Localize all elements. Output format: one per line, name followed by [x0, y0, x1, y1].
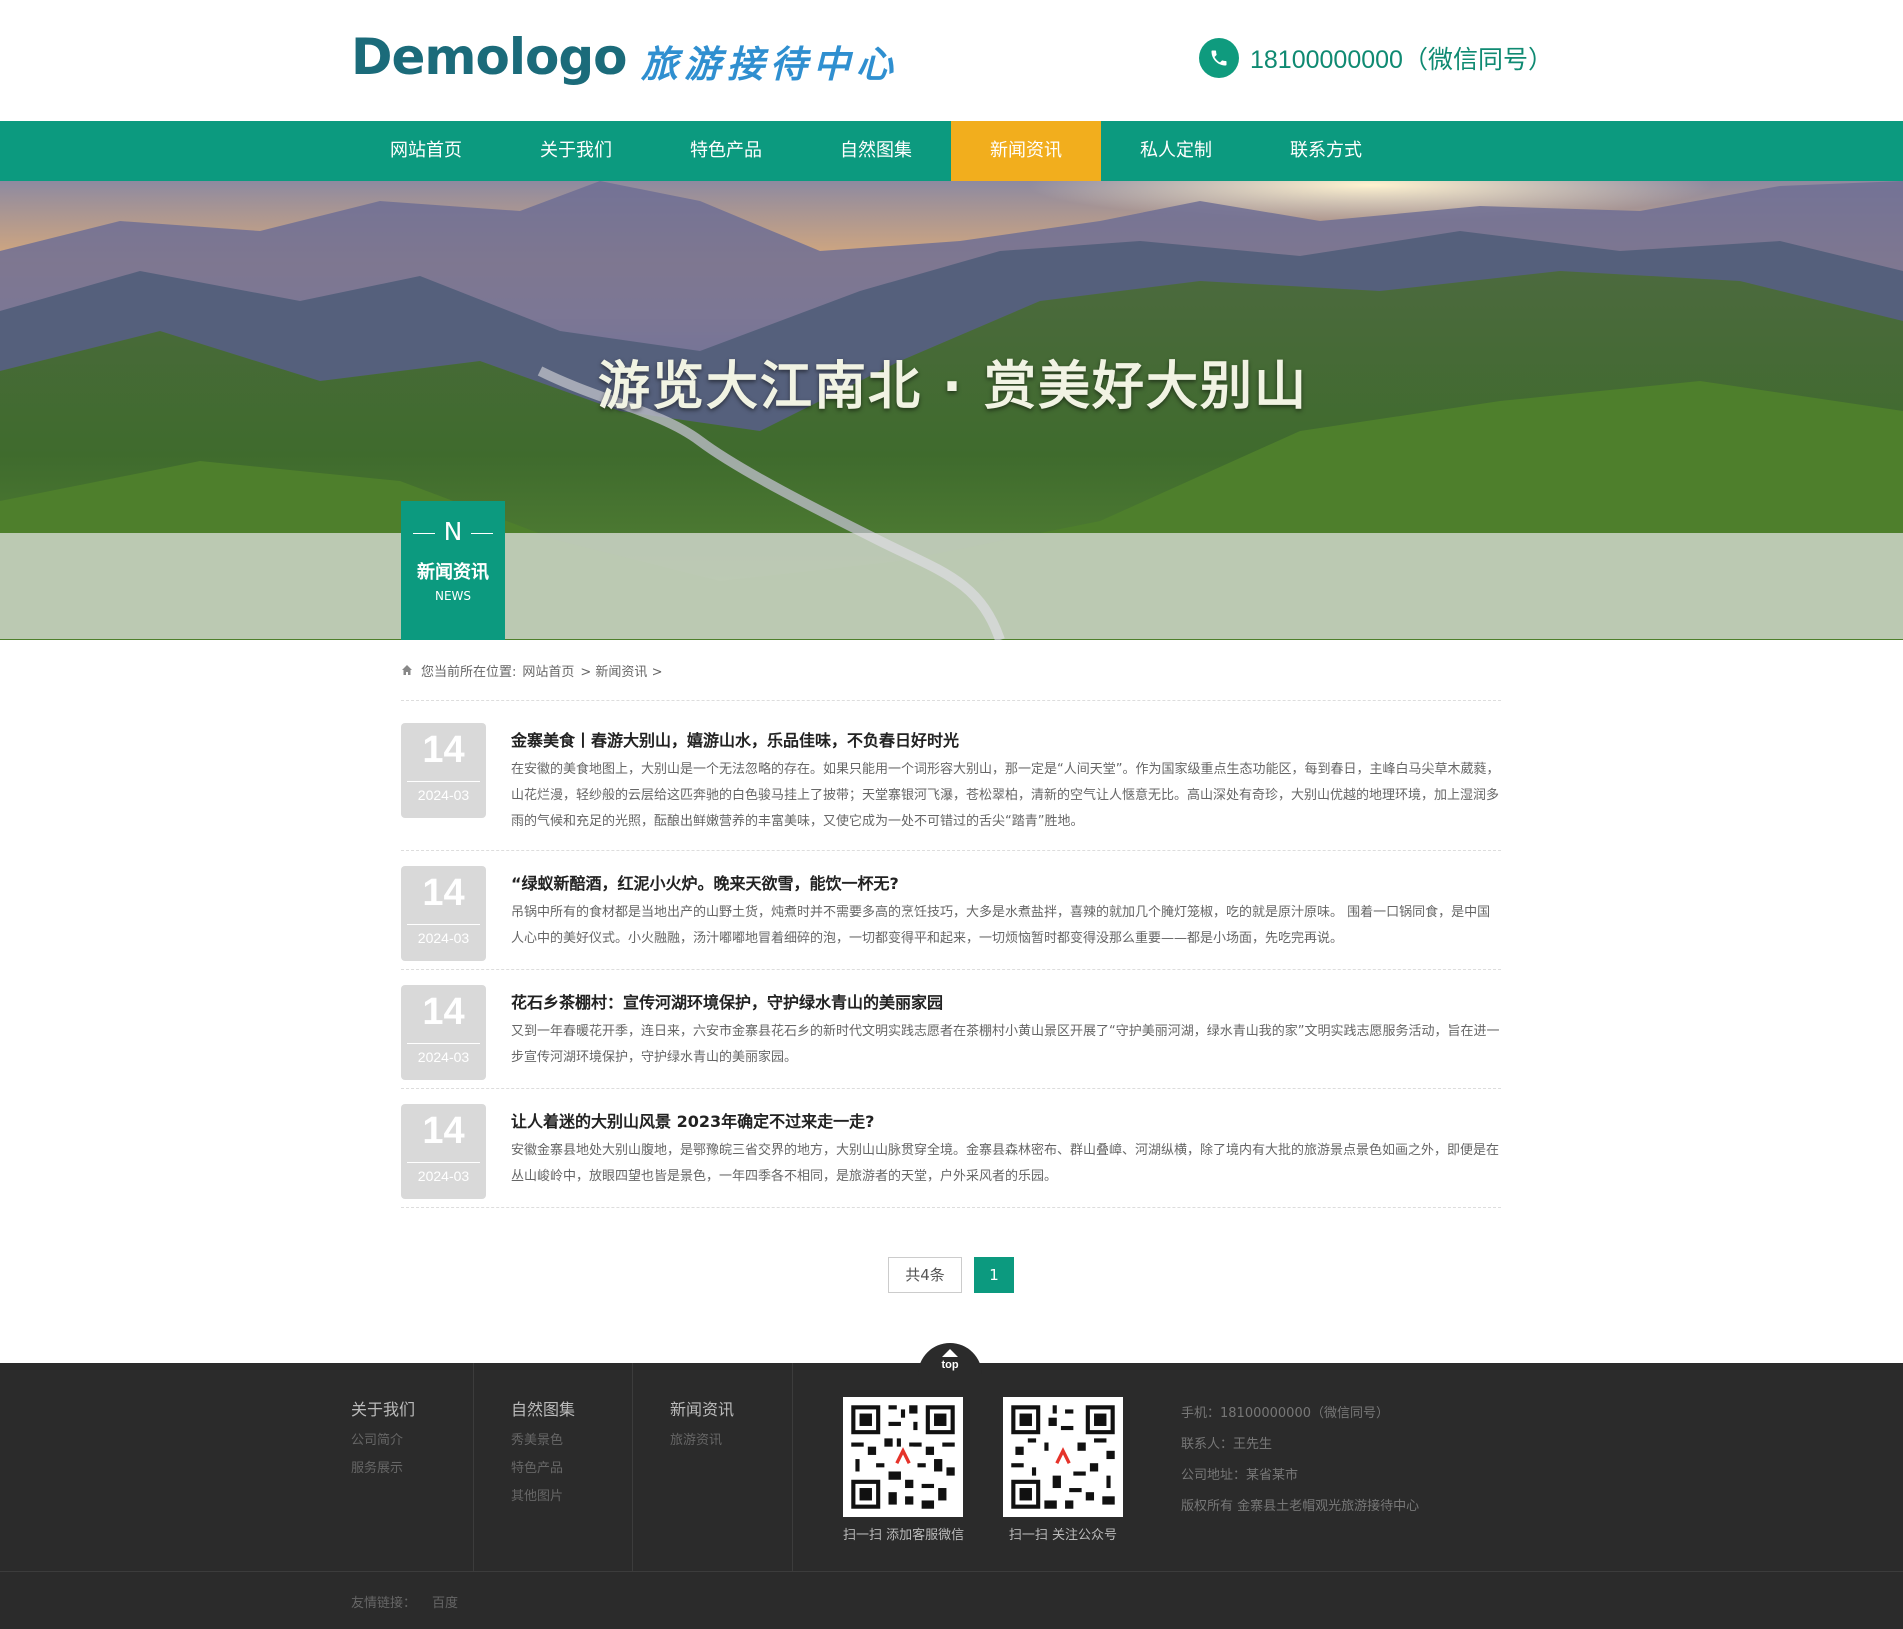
nav-item-contact[interactable]: 联系方式 [1251, 121, 1401, 181]
date-year-month: 2024-03 [417, 787, 470, 803]
date-divider [407, 1162, 480, 1163]
friend-links: 友情链接： 百度 [351, 1592, 474, 1611]
badge-letter: N [401, 517, 505, 546]
friend-links-label: 友情链接： [351, 1596, 417, 1611]
news-summary: 安徽金寨县地处大别山腹地，是鄂豫皖三省交界的地方，大别山山脉贯穿全境。金寨县森林… [511, 1143, 1500, 1184]
logo[interactable]: Demologo [351, 28, 627, 86]
qr-code-icon [843, 1397, 963, 1517]
footer-link[interactable]: 旅游资讯 [670, 1429, 722, 1448]
news-item[interactable]: 14 2024-03 花石乡茶棚村：宣传河湖环境保护，守护绿水青山的美丽家园 又… [401, 985, 1501, 1080]
section-badge: N 新闻资讯 NEWS [401, 501, 505, 640]
footer-column-title[interactable]: 关于我们 [351, 1396, 415, 1420]
back-to-top-button[interactable]: top [918, 1343, 982, 1381]
date-divider [407, 1043, 480, 1044]
footer-link[interactable]: 秀美景色 [511, 1429, 563, 1448]
footer-separator [473, 1363, 474, 1571]
footer-column-news: 新闻资讯 旅游资讯 [670, 1363, 790, 1571]
pagination-page-button[interactable]: 1 [974, 1257, 1014, 1293]
section-subtitle: NEWS [434, 589, 472, 603]
banner-title: 游览大江南北 · 赏美好大别山 [598, 357, 1308, 417]
date-badge: 14 2024-03 [401, 723, 486, 818]
footer-column-title[interactable]: 新闻资讯 [670, 1396, 734, 1420]
header-phone: 18100000000（微信同号） [1199, 38, 1553, 78]
nav-item-custom[interactable]: 私人定制 [1101, 121, 1251, 181]
date-badge: 14 2024-03 [401, 985, 486, 1080]
footer-separator [632, 1363, 633, 1571]
breadcrumb-prefix: 您当前所在位置: [421, 664, 517, 680]
banner-overlay-strip [0, 533, 1903, 639]
divider [401, 700, 1501, 701]
date-badge: 14 2024-03 [401, 1104, 486, 1199]
footer-column-gallery: 自然图集 秀美景色 特色产品 其他图片 [511, 1363, 631, 1571]
site-header: Demologo 旅游接待中心 18100000000（微信同号） [0, 0, 1903, 121]
nav-item-products[interactable]: 特色产品 [651, 121, 801, 181]
date-day: 14 [422, 729, 465, 771]
news-title[interactable]: “绿蚁新醅酒，红泥小火炉。晚来天欲雪，能饮一杯无? [511, 870, 899, 894]
page: Demologo 旅游接待中心 18100000000（微信同号） 网站首页 关… [0, 0, 1903, 1629]
breadcrumb-current[interactable]: > 新闻资讯 > [580, 661, 662, 680]
news-item[interactable]: 14 2024-03 让人着迷的大别山风景 2023年确定不过来走一走? 安徽金… [401, 1104, 1501, 1199]
section-title: 新闻资讯 [417, 562, 489, 583]
footer-divider [0, 1571, 1903, 1572]
news-title[interactable]: 让人着迷的大别山风景 2023年确定不过来走一走? [511, 1108, 874, 1132]
date-divider [407, 924, 480, 925]
divider [401, 969, 1501, 970]
back-to-top-label: top [941, 1359, 959, 1371]
footer-phone: 手机：18100000000（微信同号） [1181, 1406, 1389, 1421]
footer-contact: 联系人：王先生 [1181, 1437, 1273, 1452]
nav-item-gallery[interactable]: 自然图集 [801, 121, 951, 181]
divider [401, 1088, 1501, 1089]
breadcrumb-home-link[interactable]: 网站首页 [522, 661, 574, 680]
news-summary: 在安徽的美食地图上，大别山是一个无法忽略的存在。如果只能用一个词形容大别山，那一… [511, 762, 1500, 829]
arrow-up-icon [942, 1349, 958, 1357]
friend-link[interactable]: 百度 [432, 1596, 458, 1611]
footer-link[interactable]: 其他图片 [511, 1485, 563, 1504]
main-nav: 网站首页 关于我们 特色产品 自然图集 新闻资讯 私人定制 联系方式 [0, 121, 1903, 181]
divider [401, 1207, 1501, 1208]
phone-icon [1199, 38, 1239, 78]
nav-item-about[interactable]: 关于我们 [501, 121, 651, 181]
footer-column-about: 关于我们 公司简介 服务展示 [351, 1363, 471, 1571]
nav-item-home[interactable]: 网站首页 [351, 121, 501, 181]
footer-link[interactable]: 特色产品 [511, 1457, 563, 1476]
nav-item-news[interactable]: 新闻资讯 [951, 121, 1101, 181]
news-title[interactable]: 花石乡茶棚村：宣传河湖环境保护，守护绿水青山的美丽家园 [511, 989, 943, 1013]
date-divider [407, 781, 480, 782]
news-summary: 又到一年春暖花开季，连日来，六安市金寨县花石乡的新时代文明实践志愿者在茶棚村小黄… [511, 1024, 1500, 1065]
footer-separator [792, 1363, 793, 1571]
breadcrumb: 您当前所在位置: 网站首页 > 新闻资讯 > [401, 660, 668, 680]
date-year-month: 2024-03 [417, 1168, 470, 1184]
date-day: 14 [422, 991, 465, 1033]
official-account-qr-code [1003, 1397, 1123, 1517]
qr-caption: 扫一扫 关注公众号 [1008, 1528, 1118, 1543]
date-day: 14 [422, 872, 465, 914]
wechat-qr-code [843, 1397, 963, 1517]
qr-code-icon [1003, 1397, 1123, 1517]
date-day: 14 [422, 1110, 465, 1152]
footer-link[interactable]: 服务展示 [351, 1457, 403, 1476]
phone-number: 18100000000（微信同号） [1250, 46, 1553, 74]
divider [401, 850, 1501, 851]
date-badge: 14 2024-03 [401, 866, 486, 961]
date-year-month: 2024-03 [417, 1049, 470, 1065]
footer-copyright: 版权所有 金寨县土老帽观光旅游接待中心 [1181, 1499, 1420, 1514]
news-item[interactable]: 14 2024-03 金寨美食丨春游大别山，嬉游山水，乐品佳味，不负春日好时光 … [401, 723, 1501, 833]
home-icon [402, 665, 412, 675]
footer-column-title[interactable]: 自然图集 [511, 1396, 575, 1420]
qr-caption: 扫一扫 添加客服微信 [843, 1528, 965, 1543]
footer-address: 公司地址：某省某市 [1181, 1468, 1299, 1483]
date-year-month: 2024-03 [417, 930, 470, 946]
footer-link[interactable]: 公司简介 [351, 1429, 403, 1448]
news-summary: 吊锅中所有的食材都是当地出产的山野土货，炖煮时并不需要多高的烹饪技巧，大多是水煮… [511, 905, 1491, 946]
news-title[interactable]: 金寨美食丨春游大别山，嬉游山水，乐品佳味，不负春日好时光 [511, 727, 959, 751]
pagination-total: 共4条 [888, 1257, 962, 1293]
news-item[interactable]: 14 2024-03 “绿蚁新醅酒，红泥小火炉。晚来天欲雪，能饮一杯无? 吊锅中… [401, 866, 1501, 961]
site-slogan: 旅游接待中心 [641, 42, 899, 86]
